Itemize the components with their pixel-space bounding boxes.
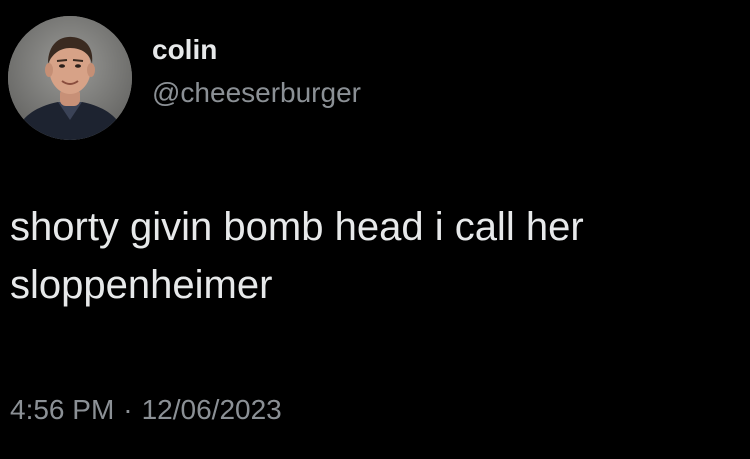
author-display-name[interactable]: colin <box>152 33 217 67</box>
tweet-date: 12/06/2023 <box>141 394 282 425</box>
tweet-text-line: sloppenheimer <box>10 263 273 307</box>
tweet-timestamp[interactable]: 4:56 PM · 12/06/2023 <box>10 392 282 428</box>
tweet-text: shorty givin bomb head i call her sloppe… <box>10 198 740 314</box>
avatar-photo-icon <box>8 16 132 140</box>
timestamp-separator: · <box>123 394 133 425</box>
tweet-card: colin @cheeserburger shorty givin bomb h… <box>0 0 750 459</box>
tweet-text-line: shorty givin bomb head i call her <box>10 205 584 249</box>
author-handle[interactable]: @cheeserburger <box>152 76 361 110</box>
avatar[interactable] <box>8 16 132 140</box>
tweet-time: 4:56 PM <box>10 394 115 425</box>
